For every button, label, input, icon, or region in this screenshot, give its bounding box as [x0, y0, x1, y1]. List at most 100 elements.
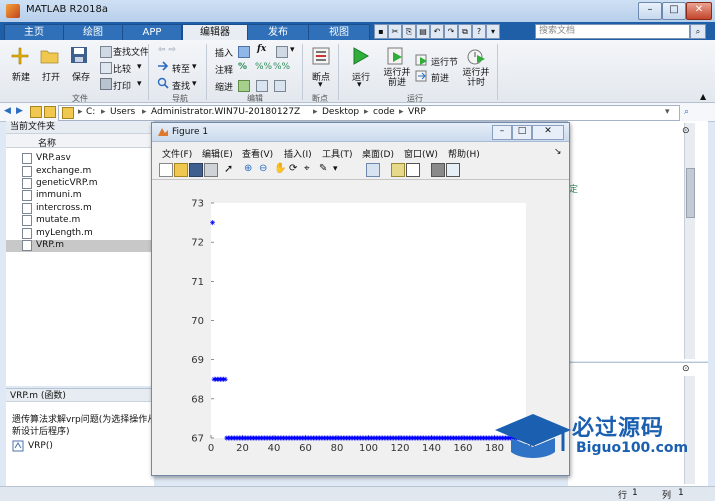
- path-crumb[interactable]: code: [373, 107, 395, 117]
- pan-hand-icon[interactable]: ✋: [274, 163, 286, 175]
- paste-quick-icon[interactable]: ▤: [416, 24, 430, 39]
- new-figure-icon[interactable]: [159, 163, 173, 177]
- edit-plot-arrow-icon[interactable]: ➚: [224, 163, 236, 175]
- fx-button[interactable]: fx: [257, 44, 266, 54]
- editor-scroll-thumb[interactable]: [686, 168, 695, 218]
- tab-home[interactable]: 主页: [4, 24, 64, 41]
- ribbon-separator: [148, 44, 149, 100]
- increase-indent-icon[interactable]: [256, 80, 268, 92]
- workspace-panel-menu-icon[interactable]: ⊙: [682, 364, 690, 374]
- switch-windows-icon[interactable]: ⧉: [458, 24, 472, 39]
- run-advance-button[interactable]: 运行并 前进: [383, 68, 411, 88]
- file-item[interactable]: geneticVRP.m: [36, 177, 98, 189]
- search-documentation-input[interactable]: 搜索文档: [535, 24, 690, 39]
- menu-dock-icon[interactable]: ↘: [554, 147, 562, 157]
- path-dropdown-icon[interactable]: ▾: [665, 107, 670, 117]
- insert-button[interactable]: 插入: [215, 46, 233, 59]
- uncomment-icon[interactable]: %%: [255, 62, 272, 72]
- show-plot-tools-icon[interactable]: [446, 163, 460, 177]
- comment-percent-icon[interactable]: %: [238, 62, 247, 72]
- collapse-ribbon-icon[interactable]: ▲: [700, 92, 706, 101]
- save-figure-icon[interactable]: [189, 163, 203, 177]
- file-item[interactable]: VRP.asv: [36, 152, 71, 164]
- save-button[interactable]: 保存: [72, 70, 90, 83]
- redo-quick-icon[interactable]: ↷: [444, 24, 458, 39]
- goto-dropdown-icon[interactable]: ▾: [192, 62, 197, 72]
- cell-tools-dropdown-icon[interactable]: ▾: [290, 45, 295, 55]
- print-dropdown-icon[interactable]: ▾: [137, 79, 142, 89]
- browse-folder-icon[interactable]: [44, 106, 56, 118]
- figure-close-button[interactable]: ✕: [532, 125, 564, 140]
- run-section-button[interactable]: 运行节: [431, 55, 458, 68]
- maximize-button[interactable]: □: [662, 2, 686, 20]
- tab-editor[interactable]: 编辑器: [182, 24, 248, 41]
- brush-dropdown-icon[interactable]: ▾: [333, 163, 345, 175]
- up-folder-icon[interactable]: [30, 106, 42, 118]
- breakpoints-dropdown-icon[interactable]: ▾: [318, 80, 323, 90]
- editor-scrollbar[interactable]: [684, 123, 695, 359]
- advance-button[interactable]: 前进: [431, 71, 449, 84]
- print-button[interactable]: 打印: [113, 79, 131, 92]
- indent-button[interactable]: 缩进: [215, 80, 233, 93]
- help-quick-icon[interactable]: ?: [472, 24, 486, 39]
- run-and-time-button[interactable]: 运行并 计时: [461, 68, 491, 88]
- open-file-icon[interactable]: [174, 163, 188, 177]
- compare-dropdown-icon[interactable]: ▾: [137, 62, 142, 72]
- tab-view[interactable]: 视图: [308, 24, 370, 41]
- path-crumb[interactable]: Users: [110, 107, 135, 117]
- dropdown-quick-icon[interactable]: ▾: [486, 24, 500, 39]
- smart-indent-icon[interactable]: [238, 80, 250, 92]
- path-crumb[interactable]: Administrator.WIN7U-20180127Z: [151, 107, 300, 117]
- file-item[interactable]: immuni.m: [36, 189, 82, 201]
- zoom-out-icon[interactable]: ⊖: [259, 163, 271, 175]
- search-icon[interactable]: ⌕: [690, 24, 706, 39]
- file-item[interactable]: VRP.m: [36, 239, 64, 251]
- path-crumb[interactable]: VRP: [408, 107, 426, 117]
- goto-button[interactable]: 转至: [172, 62, 190, 75]
- run-dropdown-icon[interactable]: ▾: [357, 80, 362, 90]
- insert-colorbar-icon[interactable]: [391, 163, 405, 177]
- search-folder-icon[interactable]: ⌕: [684, 107, 689, 117]
- new-button[interactable]: 新建: [12, 70, 30, 83]
- close-button[interactable]: ✕: [686, 2, 712, 20]
- path-crumb[interactable]: C:: [86, 107, 95, 117]
- tab-publish[interactable]: 发布: [247, 24, 309, 41]
- forward-icon[interactable]: ▶: [16, 106, 23, 116]
- name-column-header[interactable]: 名称: [38, 136, 56, 149]
- rotate-3d-icon[interactable]: ⟳: [289, 163, 301, 175]
- figure-maximize-button[interactable]: □: [512, 125, 532, 140]
- file-item[interactable]: mutate.m: [36, 214, 80, 226]
- cell-tools-icon[interactable]: [276, 46, 288, 58]
- back-forward-icons[interactable]: ⇦ ⇨: [158, 45, 176, 55]
- find-dropdown-icon[interactable]: ▾: [192, 79, 197, 89]
- open-button[interactable]: 打开: [42, 70, 60, 83]
- wrap-comment-icon[interactable]: %%: [273, 62, 290, 72]
- decrease-indent-icon[interactable]: [274, 80, 286, 92]
- file-item[interactable]: exchange.m: [36, 165, 91, 177]
- compare-button[interactable]: 比较: [113, 62, 131, 75]
- workspace-scrollbar[interactable]: [684, 376, 695, 484]
- editor-panel-menu-icon[interactable]: ⊙: [682, 126, 690, 136]
- zoom-in-icon[interactable]: ⊕: [244, 163, 256, 175]
- undo-quick-icon[interactable]: ↶: [430, 24, 444, 39]
- path-crumb[interactable]: Desktop: [322, 107, 359, 117]
- cut-quick-icon[interactable]: ✂: [388, 24, 402, 39]
- data-cursor-icon[interactable]: ⌖: [304, 163, 316, 175]
- link-plot-icon[interactable]: [366, 163, 380, 177]
- tab-plots[interactable]: 绘图: [63, 24, 123, 41]
- minimize-button[interactable]: –: [638, 2, 662, 20]
- tab-apps[interactable]: APP: [122, 24, 182, 41]
- back-icon[interactable]: ◀: [4, 106, 11, 116]
- hide-plot-tools-icon[interactable]: [431, 163, 445, 177]
- find-button[interactable]: 查找: [172, 79, 190, 92]
- brush-icon[interactable]: ✎: [319, 163, 331, 175]
- figure-minimize-button[interactable]: –: [492, 125, 512, 140]
- find-files-button[interactable]: 查找文件: [113, 45, 149, 58]
- copy-quick-icon[interactable]: ⎘: [402, 24, 416, 39]
- insert-legend-icon[interactable]: [406, 163, 420, 177]
- save-quick-icon[interactable]: ▪: [374, 24, 388, 39]
- file-item[interactable]: myLength.m: [36, 227, 93, 239]
- comment-button[interactable]: 注释: [215, 63, 233, 76]
- file-item[interactable]: intercross.m: [36, 202, 92, 214]
- print-figure-icon[interactable]: [204, 163, 218, 177]
